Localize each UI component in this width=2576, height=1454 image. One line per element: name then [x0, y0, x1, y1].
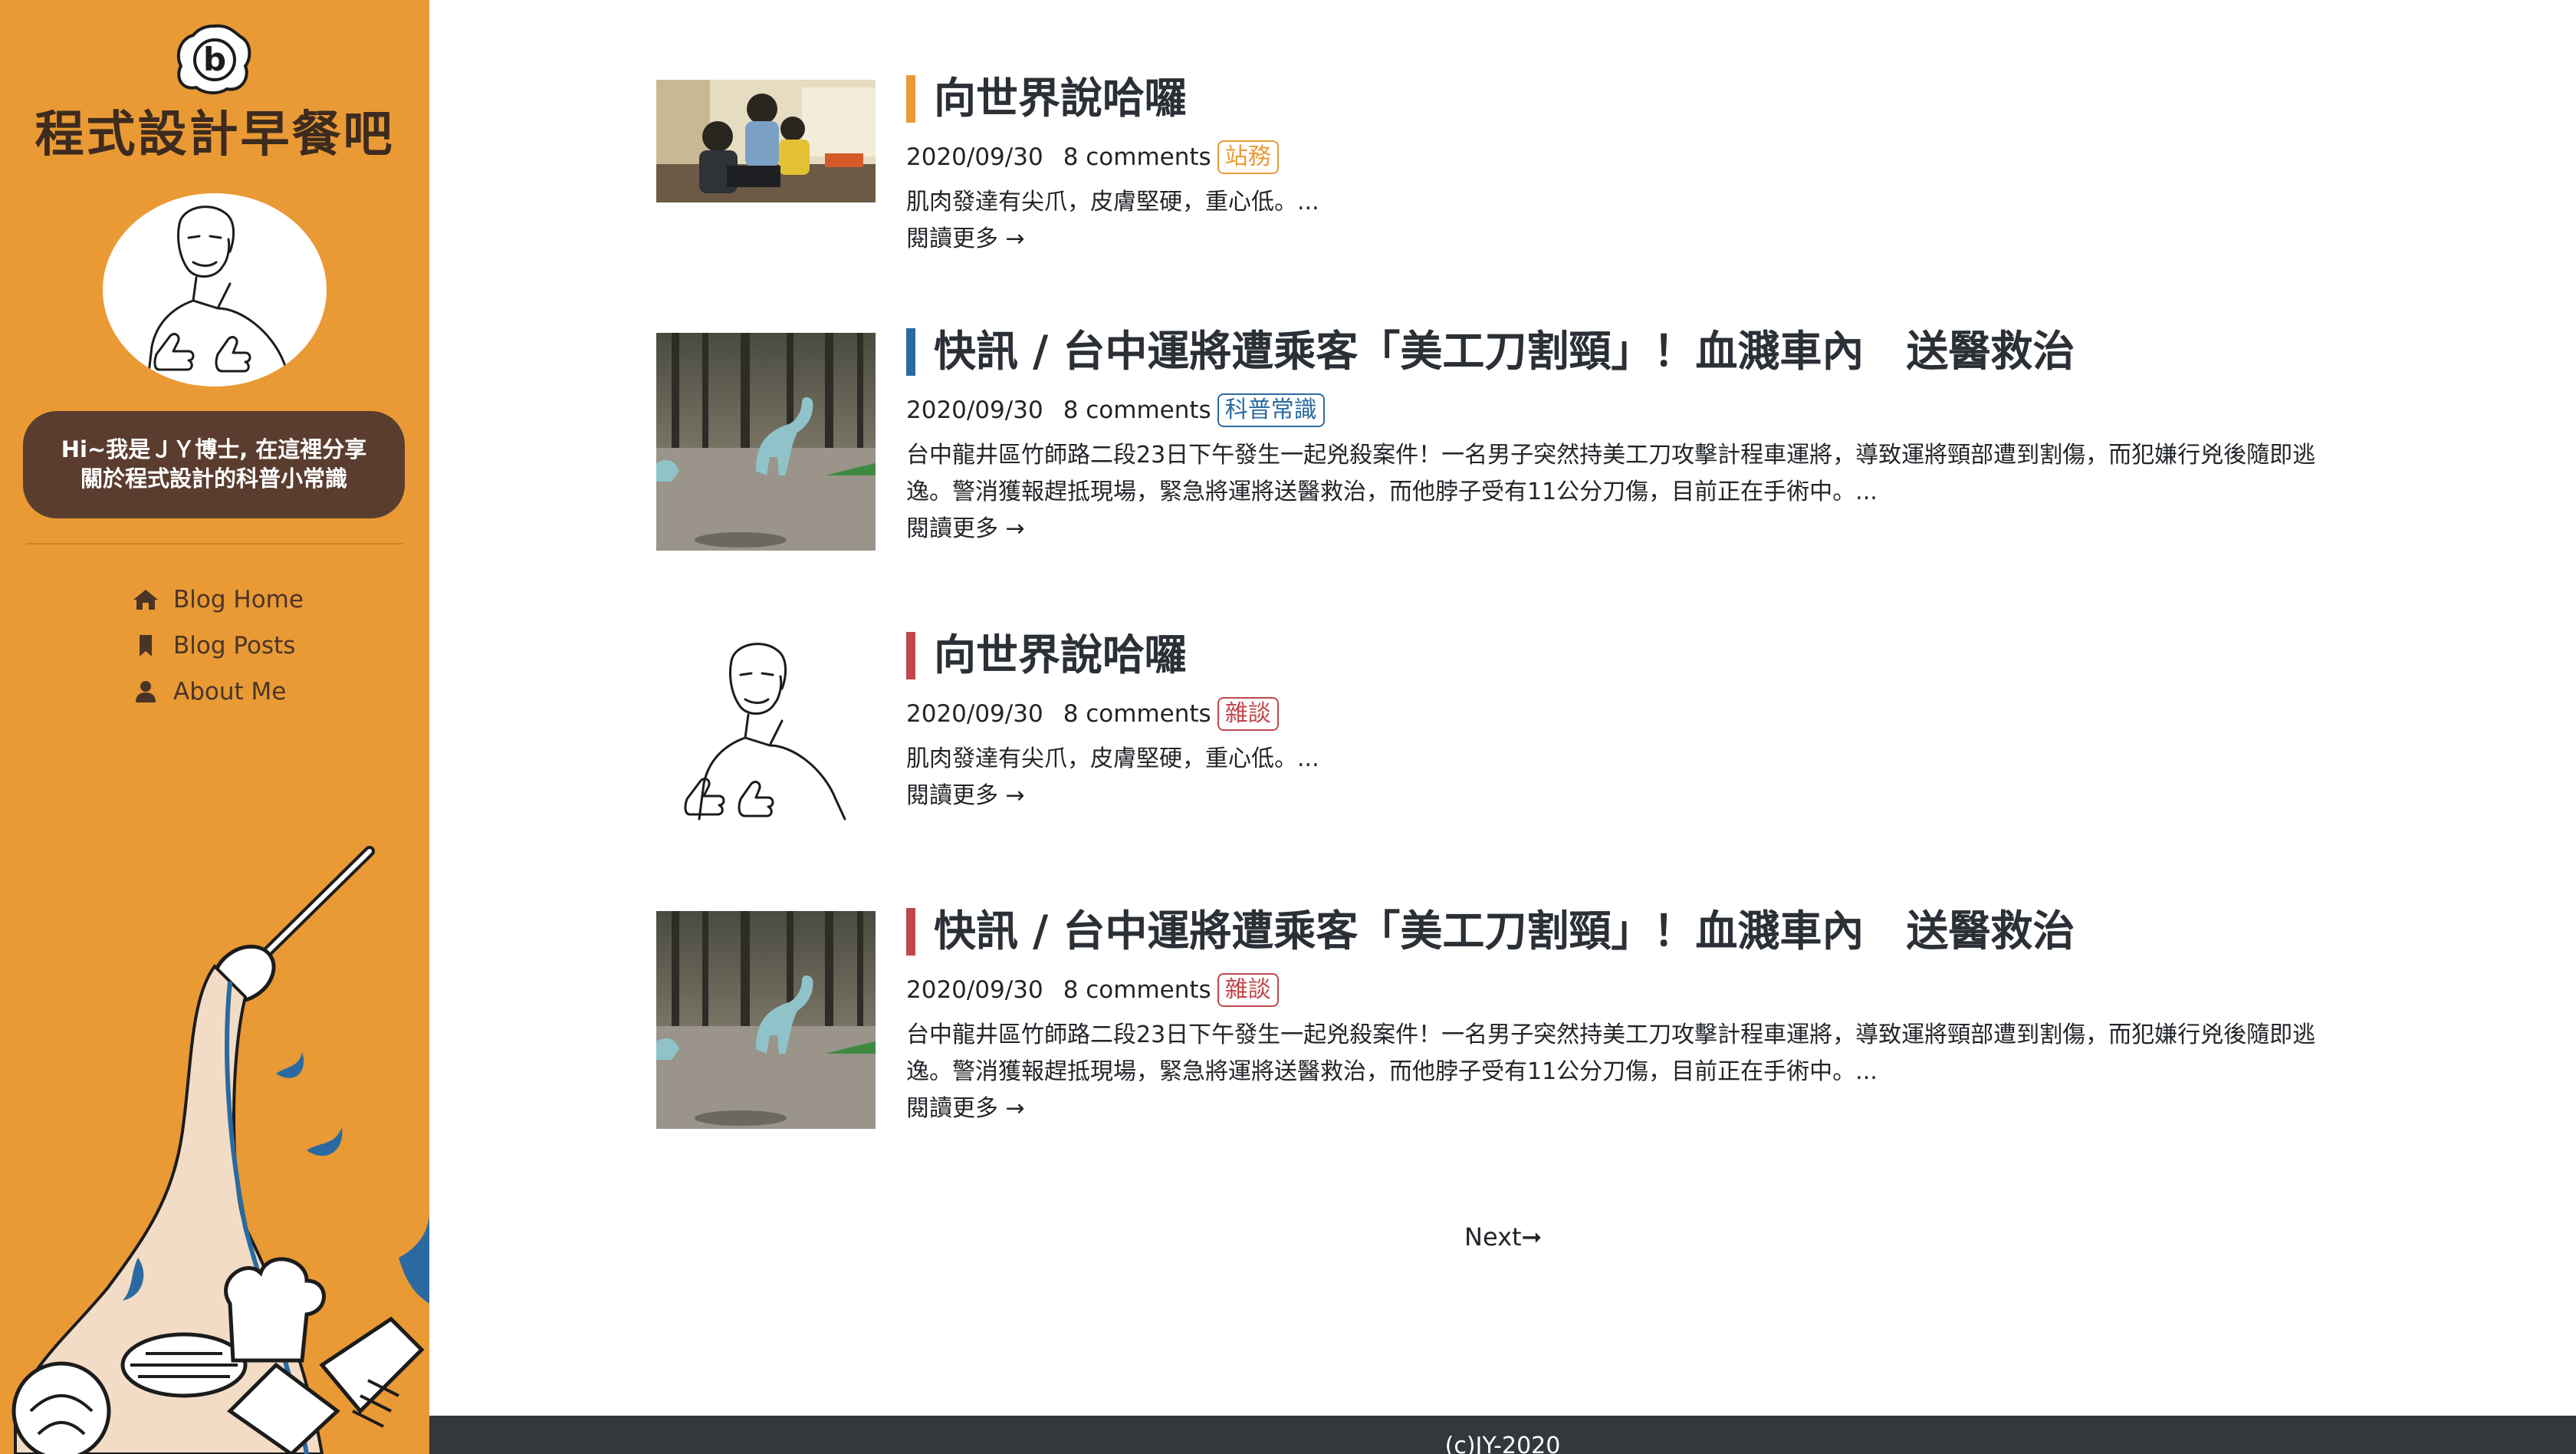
sidebar-divider	[26, 543, 403, 544]
post-thumbnail[interactable]	[656, 635, 876, 834]
post-body: 快訊 / 台中運將遭乘客「美工刀割頸」！血濺車內 送醫救治 2020/09/30…	[906, 324, 2348, 548]
post-excerpt: 肌肉發達有尖爪，皮膚堅硬，重心低。...	[906, 189, 1319, 215]
post-thumbnail[interactable]	[656, 911, 876, 1129]
post-body: 向世界說哈囉 2020/09/30 8 comments 雜談 肌肉發達有尖爪，…	[906, 627, 2348, 814]
footer: (c)JY-2020	[429, 1416, 2576, 1454]
post-title[interactable]: 快訊 / 台中運將遭乘客「美工刀割頸」！血濺車內 送醫救治	[906, 903, 2348, 959]
kids-at-computer-photo-icon	[656, 80, 876, 202]
category-tag[interactable]: 雜談	[1217, 697, 1279, 731]
post-comments[interactable]: 8 comments	[1063, 976, 1211, 1004]
post-thumbnail[interactable]	[656, 333, 876, 551]
nav-label: Blog Home	[173, 586, 304, 614]
post-meta: 2020/09/30 8 comments 雜談	[906, 696, 2348, 732]
post-meta: 2020/09/30 8 comments 雜談	[906, 972, 2348, 1008]
post-body: 快訊 / 台中運將遭乘客「美工刀割頸」！血濺車內 送醫救治 2020/09/30…	[906, 903, 2348, 1127]
site-title[interactable]: 程式設計早餐吧	[0, 95, 429, 166]
post-meta: 2020/09/30 8 comments 站務	[906, 140, 2348, 175]
thumbs-up-man-illustration-icon	[656, 635, 876, 834]
nav-item-blog-home[interactable]: Blog Home	[132, 577, 304, 623]
intro-line-2: 關於程式設計的科普小常識	[80, 465, 347, 492]
nav-label: About Me	[173, 678, 287, 706]
intro-bubble: Hi~我是ＪＹ博士, 在這裡分享 關於程式設計的科普小常識	[23, 411, 405, 518]
fried-egg-logo-icon[interactable]: b	[173, 21, 255, 97]
next-page-link[interactable]: Next➞	[1464, 1222, 1542, 1252]
read-more-link[interactable]: 閱讀更多 →	[906, 1090, 2348, 1127]
nav-item-blog-posts[interactable]: Blog Posts	[132, 623, 304, 669]
post-excerpt: 台中龍井區竹師路二段23日下午發生一起兇殺案件！一名男子突然持美工刀攻擊計程車運…	[906, 442, 2316, 505]
post-comments[interactable]: 8 comments	[1063, 700, 1211, 728]
post-title[interactable]: 向世界說哈囉	[906, 71, 2348, 126]
read-more-link[interactable]: 閱讀更多 →	[906, 511, 2348, 548]
post-comments[interactable]: 8 comments	[1063, 143, 1211, 171]
intro-line-1: Hi~我是ＪＹ博士, 在這裡分享	[61, 436, 367, 462]
category-tag[interactable]: 站務	[1217, 140, 1279, 174]
sidebar-nav: Blog Home Blog Posts About Me	[132, 577, 304, 715]
avatar	[103, 193, 327, 387]
post-excerpt: 肌肉發達有尖爪，皮膚堅硬，重心低。...	[906, 745, 1319, 772]
toy-dinosaur-forest-photo-icon	[656, 911, 876, 1129]
post-thumbnail[interactable]	[656, 80, 876, 202]
post-title[interactable]: 快訊 / 台中運將遭乘客「美工刀割頸」！血濺車內 送醫救治	[906, 324, 2348, 379]
post-title[interactable]: 向世界說哈囉	[906, 627, 2348, 683]
logo-letter: b	[203, 41, 226, 78]
nav-item-about-me[interactable]: About Me	[132, 669, 304, 715]
post-date: 2020/09/30	[906, 700, 1043, 728]
post-meta: 2020/09/30 8 comments 科普常識	[906, 393, 2348, 428]
home-icon	[132, 587, 163, 613]
breakfast-splash-illustration-icon	[12, 846, 429, 1454]
post-comments[interactable]: 8 comments	[1063, 396, 1211, 424]
author-illustration-icon	[146, 206, 294, 387]
post-date: 2020/09/30	[906, 143, 1043, 171]
nav-label: Blog Posts	[173, 632, 296, 660]
read-more-link[interactable]: 閱讀更多 →	[906, 221, 2348, 258]
footer-copyright: (c)JY-2020	[1444, 1433, 1561, 1454]
category-tag[interactable]: 雜談	[1217, 973, 1279, 1007]
read-more-link[interactable]: 閱讀更多 →	[906, 778, 2348, 814]
user-icon	[132, 679, 163, 705]
post-excerpt: 台中龍井區竹師路二段23日下午發生一起兇殺案件！一名男子突然持美工刀攻擊計程車運…	[906, 1021, 2316, 1085]
post-date: 2020/09/30	[906, 976, 1043, 1004]
bookmark-icon	[132, 633, 163, 659]
category-tag[interactable]: 科普常識	[1217, 393, 1325, 427]
post-body: 向世界說哈囉 2020/09/30 8 comments 站務 肌肉發達有尖爪，…	[906, 71, 2348, 258]
sidebar: b 程式設計早餐吧 Hi~我是ＪＹ博士, 在這裡分享 關於程式設計的科普小常識	[0, 0, 429, 1454]
toy-dinosaur-forest-photo-icon	[656, 333, 876, 551]
post-date: 2020/09/30	[906, 396, 1043, 424]
